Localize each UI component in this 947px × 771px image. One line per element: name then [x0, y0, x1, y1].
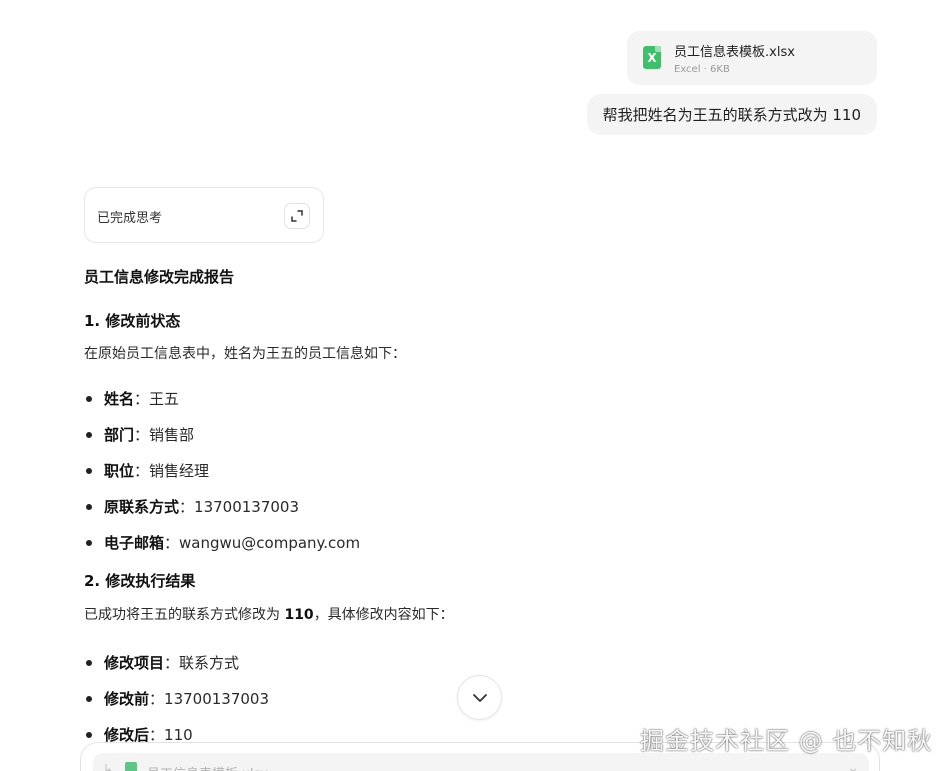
list-item: 电子邮箱： wangwu@company.com	[84, 532, 360, 553]
section-heading: 1. 修改前状态	[84, 312, 181, 330]
thinking-label: 已完成思考	[97, 211, 163, 226]
section-intro: 已成功将王五的联系方式修改为 110，具体修改内容如下：	[84, 607, 454, 623]
reply-arrow-icon: ↳	[103, 762, 114, 771]
attachment-file-name: 员工信息表模板.xlsx	[674, 45, 795, 60]
list-item: 原联系方式： 13700137003	[84, 496, 299, 517]
scroll-to-bottom-button[interactable]	[457, 675, 502, 720]
list-item: 修改项目：联系方式	[84, 652, 239, 673]
list-item: 修改前： 13700137003	[84, 688, 269, 709]
section-intro: 在原始员工信息表中，姓名为王五的员工信息如下：	[84, 346, 406, 362]
excel-file-icon: X	[643, 46, 661, 69]
list-item: 姓名：王五	[84, 388, 179, 409]
thinking-card[interactable]: 已完成思考	[84, 187, 324, 243]
list-item: 职位：销售经理	[84, 460, 209, 481]
report-title: 员工信息修改完成报告	[84, 268, 235, 286]
watermark: 掘金技术社区 @ 也不知秋	[640, 727, 933, 755]
expand-thinking-button[interactable]	[284, 203, 310, 229]
user-message-bubble: 帮我把姓名为王五的联系方式改为 110	[586, 94, 877, 135]
user-message-text: 帮我把姓名为王五的联系方式改为 110	[602, 106, 861, 124]
chevron-down-icon[interactable]: ⌄	[847, 760, 859, 771]
list-item: 部门：销售部	[84, 424, 194, 445]
chevron-down-icon	[472, 693, 487, 702]
expand-icon	[291, 210, 303, 222]
excel-file-icon	[125, 762, 137, 771]
section-heading: 2. 修改执行结果	[84, 572, 196, 590]
composer-attachment-name: 员工信息表模板.xlsx	[147, 763, 268, 771]
attachment-file-meta: Excel · 6KB	[674, 64, 730, 75]
attachment-card[interactable]: X 员工信息表模板.xlsx Excel · 6KB	[627, 31, 877, 85]
